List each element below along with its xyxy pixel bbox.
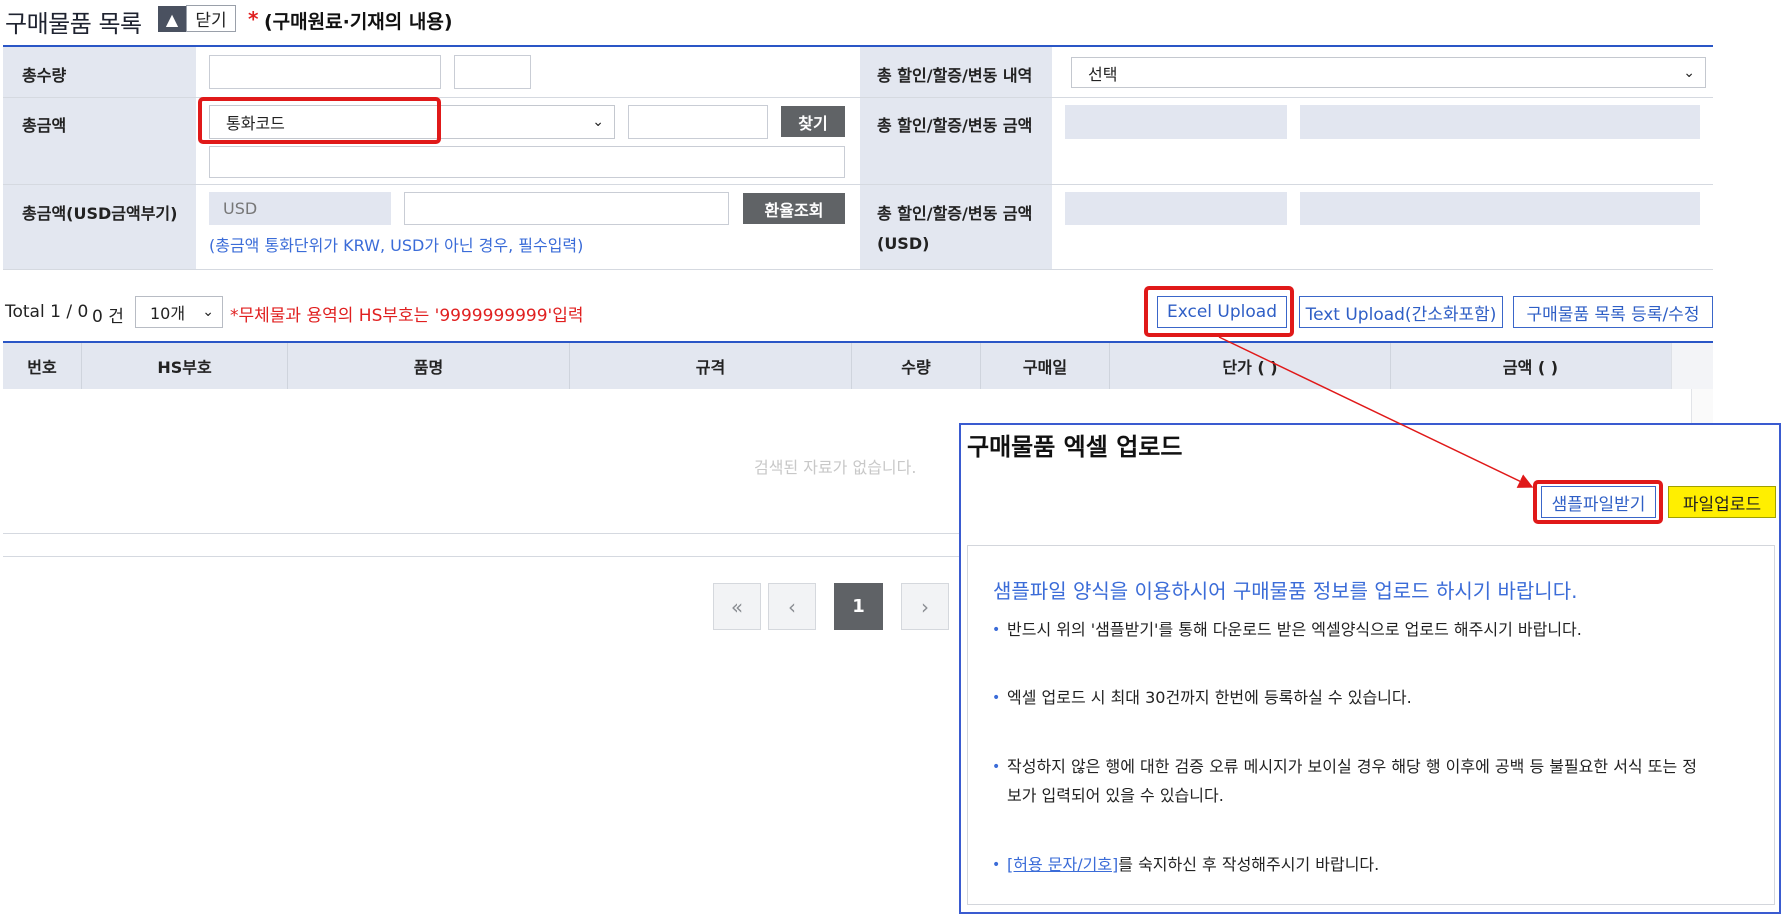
info-item-2: 엑셀 업로드 시 최대 30건까지 한번에 등록하실 수 있습니다. xyxy=(1007,688,1412,707)
file-upload-button[interactable]: 파일업로드 xyxy=(1668,486,1776,518)
grid-bottom-border xyxy=(3,533,1003,534)
highlight-sample-download xyxy=(1533,480,1663,524)
discount-usd-label-line1: 총 할인/할증/변동 금액 xyxy=(877,204,1033,223)
chevron-down-icon: ⌄ xyxy=(592,114,604,130)
allowed-chars-link[interactable]: [허용 문자/기호] xyxy=(1007,855,1118,874)
col-hs-code: HS부호 xyxy=(157,358,212,377)
discount-detail-select[interactable]: 선택 ⌄ xyxy=(1071,57,1706,88)
col-item-name: 품명 xyxy=(413,358,444,377)
close-button[interactable]: 닫기 xyxy=(186,5,236,32)
col-amount: 금액 ( ) xyxy=(1502,358,1559,377)
info-heading: 샘플파일 양식을 이용하시어 구매물품 정보를 업로드 하시기 바랍니다. xyxy=(993,579,1578,603)
grid-header: 번호 HS부호 품명 규격 수량 구매일 단가 ( ) 금액 ( ) xyxy=(3,343,1671,389)
page-1-button[interactable]: 1 xyxy=(834,583,883,630)
chevron-up-icon: ▲ xyxy=(165,9,179,29)
row-divider xyxy=(3,269,1713,270)
info-item-4: [허용 문자/기호]를 숙지하신 후 작성해주시기 바랍니다. xyxy=(1007,851,1379,879)
usd-amount-input[interactable] xyxy=(404,192,729,225)
discount-amount-readonly xyxy=(1065,105,1287,139)
result-count: 0 건 xyxy=(92,307,124,327)
page-size-select[interactable]: 10개 ⌄ xyxy=(135,296,223,328)
info-item-3-cont: 보가 입력되어 있을 수 있습니다. xyxy=(1007,786,1224,805)
bullet-icon: • xyxy=(992,690,1001,706)
info-item-4-text: 를 숙지하신 후 작성해주시기 바랍니다. xyxy=(1118,855,1380,874)
total-usd-label: 총금액(USD금액부기) xyxy=(22,204,178,223)
discount-usd-readonly-2 xyxy=(1300,192,1700,225)
page-title: 구매물품 목록 xyxy=(5,10,142,38)
discount-usd-readonly xyxy=(1065,192,1287,225)
col-number: 번호 xyxy=(27,358,57,377)
total-qty-input[interactable] xyxy=(209,55,441,89)
header-note: (구매원료·기재의 내용) xyxy=(264,11,453,33)
col-purchase-date: 구매일 xyxy=(1022,358,1068,377)
total-amount-label: 총금액 xyxy=(22,116,67,135)
total-qty-label: 총수량 xyxy=(22,66,67,85)
discount-usd-label-line2: (USD) xyxy=(877,234,930,253)
grid-scroll-header xyxy=(1671,343,1713,389)
collapse-icon[interactable]: ▲ xyxy=(158,6,186,32)
hs-code-warning: *무체물과 용역의 HS부호는 '9999999999'입력 xyxy=(230,306,584,326)
col-unit-price: 단가 ( ) xyxy=(1222,358,1278,377)
page-size-value: 10개 xyxy=(150,304,186,323)
discount-detail-value: 선택 xyxy=(1088,64,1118,84)
usd-hint: (총금액 통화단위가 KRW, USD가 아닌 경우, 필수입력) xyxy=(209,236,584,255)
prev-page-button[interactable]: ‹ xyxy=(768,583,816,630)
discount-amount-readonly-2 xyxy=(1300,105,1700,139)
highlight-currency-code xyxy=(198,97,441,144)
bullet-icon: • xyxy=(992,857,1001,873)
grid-footer-line xyxy=(3,556,1003,557)
text-upload-button[interactable]: Text Upload(간소화포함) xyxy=(1299,296,1503,328)
chevron-down-icon: ⌄ xyxy=(1683,64,1695,81)
bullet-icon: • xyxy=(992,759,1001,775)
total-amount-extra-input[interactable] xyxy=(209,146,845,178)
total-count: Total 1 / 0 xyxy=(5,302,89,322)
usd-currency-field: USD xyxy=(209,192,391,225)
next-page-button[interactable]: › xyxy=(901,583,949,630)
form-top-border xyxy=(3,45,1713,47)
first-page-button[interactable]: « xyxy=(713,583,761,630)
col-quantity: 수량 xyxy=(901,358,931,377)
exchange-rate-button[interactable]: 환율조회 xyxy=(743,193,845,224)
info-item-1: 반드시 위의 '샘플받기'를 통해 다운로드 받은 엑셀양식으로 업로드 해주시… xyxy=(1007,620,1582,639)
col-spec: 규격 xyxy=(695,358,726,377)
empty-message: 검색된 자료가 없습니다. xyxy=(754,458,917,477)
register-items-button[interactable]: 구매물품 목록 등록/수정 xyxy=(1513,296,1713,328)
info-item-3: 작성하지 않은 행에 대한 검증 오류 메시지가 보이실 경우 해당 행 이후에… xyxy=(1007,757,1697,776)
modal-title: 구매물품 엑셀 업로드 xyxy=(967,433,1183,461)
row-divider xyxy=(3,184,1713,185)
required-mark: * xyxy=(248,7,259,31)
total-amount-input[interactable] xyxy=(628,105,768,139)
discount-amount-label: 총 할인/할증/변동 금액 xyxy=(877,116,1033,135)
find-button[interactable]: 찾기 xyxy=(781,106,845,137)
bullet-icon: • xyxy=(992,622,1001,638)
discount-detail-label: 총 할인/할증/변동 내역 xyxy=(877,66,1033,85)
highlight-excel-upload xyxy=(1144,286,1294,337)
total-qty-unit-input[interactable] xyxy=(454,55,531,89)
chevron-down-icon: ⌄ xyxy=(202,304,214,320)
